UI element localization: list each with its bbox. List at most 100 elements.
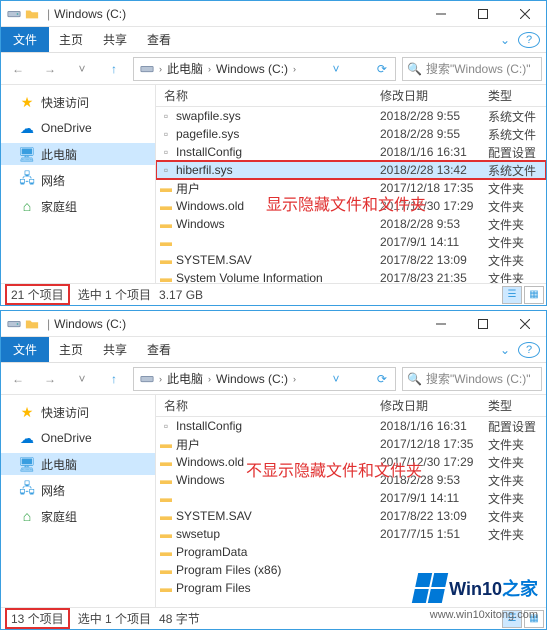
file-row[interactable]: ▬ProgramData [156,543,546,561]
home-tab[interactable]: 主页 [49,27,93,52]
address-bar[interactable]: › 此电脑 › Windows (C:) › ˅ ⟳ [133,57,396,81]
file-row[interactable]: ▬2017/9/1 14:11文件夹 [156,489,546,507]
icons-view-button[interactable]: ▦ [524,286,544,304]
close-button[interactable] [504,311,546,337]
ribbon-tabs: 文件 主页 共享 查看 ⌄ ? [1,337,546,363]
forward-button[interactable]: → [37,57,63,81]
chevron-right-icon[interactable]: › [205,64,214,74]
file-row[interactable]: ▬Windows.old2017/12/30 17:29文件夹 [156,453,546,471]
file-name: System Volume Information [176,271,380,283]
sidebar-item-label: OneDrive [41,121,92,135]
minimize-button[interactable] [420,311,462,337]
file-row[interactable]: ▬swsetup2017/7/15 1:51文件夹 [156,525,546,543]
maximize-button[interactable] [462,311,504,337]
chevron-right-icon[interactable]: › [156,64,165,74]
file-type: 文件夹 [488,436,546,453]
sidebar-item[interactable]: 🖥此电脑 [1,453,155,475]
sidebar-item-label: 快速访问 [41,94,89,111]
address-bar[interactable]: › 此电脑 › Windows (C:) › ˅ ⟳ [133,367,396,391]
up-button[interactable]: ↑ [101,367,127,391]
maximize-button[interactable] [462,1,504,27]
minimize-button[interactable] [420,1,462,27]
dropdown-icon[interactable]: ˅ [328,62,343,76]
sidebar-item[interactable]: ⌂家庭组 [1,195,155,217]
file-row[interactable]: ▫swapfile.sys2018/2/28 9:55系统文件 [156,107,546,125]
ribbon-expand-icon[interactable]: ⌄ [492,33,518,47]
history-dropdown[interactable]: ˅ [69,367,95,391]
file-row[interactable]: ▬Program Files (x86) [156,561,546,579]
col-name[interactable]: 名称 [156,397,380,414]
col-date[interactable]: 修改日期 [380,87,488,104]
col-date[interactable]: 修改日期 [380,397,488,414]
up-button[interactable]: ↑ [101,57,127,81]
file-row[interactable]: ▬SYSTEM.SAV2017/8/22 13:09文件夹 [156,507,546,525]
breadcrumb-drive[interactable]: Windows (C:) [214,372,290,386]
col-type[interactable]: 类型 [488,87,546,104]
breadcrumb-drive[interactable]: Windows (C:) [214,62,290,76]
file-date: 2018/2/28 9:53 [380,217,488,231]
forward-button[interactable]: → [37,367,63,391]
file-row[interactable]: ▬Windows2018/2/28 9:53文件夹 [156,471,546,489]
file-row[interactable]: ▫pagefile.sys2018/2/28 9:55系统文件 [156,125,546,143]
ribbon-expand-icon[interactable]: ⌄ [492,343,518,357]
file-list[interactable]: ▫InstallConfig2018/1/16 16:31配置设置▬用户2017… [156,417,546,607]
file-name: SYSTEM.SAV [176,253,380,267]
view-tab[interactable]: 查看 [137,337,181,362]
sidebar-item[interactable]: ★快速访问 [1,91,155,113]
view-tab[interactable]: 查看 [137,27,181,52]
file-row[interactable]: ▬Windows2018/2/28 9:53文件夹 [156,215,546,233]
help-button[interactable]: ? [518,342,540,358]
file-row[interactable]: ▬Windows.old2017/12/30 17:29文件夹 [156,197,546,215]
chevron-right-icon[interactable]: › [290,64,299,74]
sidebar-item[interactable]: ☁OneDrive [1,117,155,139]
history-dropdown[interactable]: ˅ [69,57,95,81]
file-type: 文件夹 [488,508,546,525]
close-button[interactable] [504,1,546,27]
search-box[interactable]: 🔍 搜索"Windows (C:)" [402,57,542,81]
home-tab[interactable]: 主页 [49,337,93,362]
breadcrumb-pc[interactable]: 此电脑 [165,60,205,77]
file-row[interactable]: ▬用户2017/12/18 17:35文件夹 [156,435,546,453]
file-row[interactable]: ▫InstallConfig2018/1/16 16:31配置设置 [156,417,546,435]
sidebar-item[interactable]: 🖥此电脑 [1,143,155,165]
file-name: Windows.old [176,199,380,213]
file-name: InstallConfig [176,419,380,433]
col-type[interactable]: 类型 [488,397,546,414]
refresh-button[interactable]: ⟳ [373,62,391,76]
file-name: pagefile.sys [176,127,380,141]
dropdown-icon[interactable]: ˅ [328,372,343,386]
column-headers: 名称 修改日期 类型 [156,85,546,107]
help-button[interactable]: ? [518,32,540,48]
sidebar-item[interactable]: ★快速访问 [1,401,155,423]
file-tab[interactable]: 文件 [1,337,49,362]
nav-sidebar: ★快速访问 ☁OneDrive 🖥此电脑 🖧网络 ⌂家庭组 [1,395,156,607]
file-row[interactable]: ▬2017/9/1 14:11文件夹 [156,233,546,251]
details-view-button[interactable]: ☰ [502,286,522,304]
share-tab[interactable]: 共享 [93,337,137,362]
file-row[interactable]: ▫InstallConfig2018/1/16 16:31配置设置 [156,143,546,161]
breadcrumb-pc[interactable]: 此电脑 [165,370,205,387]
file-row[interactable]: ▬Program Files [156,579,546,597]
file-list[interactable]: ▫swapfile.sys2018/2/28 9:55系统文件▫pagefile… [156,107,546,283]
sidebar-item[interactable]: 🖧网络 [1,169,155,191]
back-button[interactable]: ← [5,57,31,81]
file-icon: ▫ [156,127,176,141]
file-row[interactable]: ▫hiberfil.sys2018/2/28 13:42系统文件 [156,161,546,179]
sidebar-item[interactable]: ⌂家庭组 [1,505,155,527]
chevron-right-icon[interactable]: › [205,374,214,384]
chevron-right-icon[interactable]: › [156,374,165,384]
file-icon: ▫ [156,145,176,159]
sidebar-item[interactable]: ☁OneDrive [1,427,155,449]
file-row[interactable]: ▬用户2017/12/18 17:35文件夹 [156,179,546,197]
chevron-right-icon[interactable]: › [290,374,299,384]
file-tab[interactable]: 文件 [1,27,49,52]
sidebar-item[interactable]: 🖧网络 [1,479,155,501]
refresh-button[interactable]: ⟳ [373,372,391,386]
file-row[interactable]: ▬System Volume Information2017/8/23 21:3… [156,269,546,283]
col-name[interactable]: 名称 [156,87,380,104]
share-tab[interactable]: 共享 [93,27,137,52]
search-box[interactable]: 🔍 搜索"Windows (C:)" [402,367,542,391]
back-button[interactable]: ← [5,367,31,391]
folder-icon [25,7,39,21]
file-row[interactable]: ▬SYSTEM.SAV2017/8/22 13:09文件夹 [156,251,546,269]
